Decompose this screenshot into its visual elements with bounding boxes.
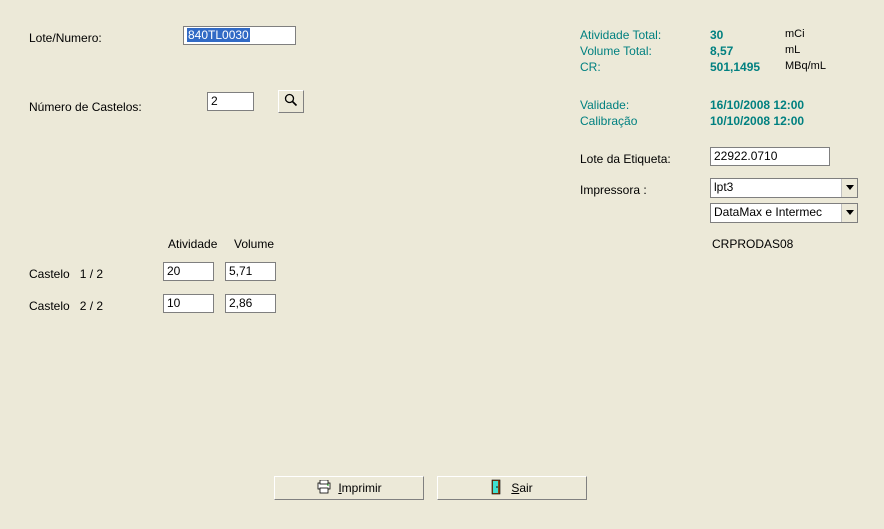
- imprimir-button-label: Imprimir: [338, 481, 381, 495]
- cr-value: 501,1495: [710, 60, 760, 74]
- driver-select-value: DataMax e Intermec: [714, 205, 822, 219]
- impressora-select[interactable]: lpt3: [710, 178, 858, 198]
- printer-icon: [316, 480, 332, 497]
- search-button[interactable]: [278, 90, 304, 113]
- calibracao-value: 10/10/2008 12:00: [710, 114, 804, 128]
- numero-castelos-input[interactable]: 2: [207, 92, 254, 111]
- volume-input-1[interactable]: 5,71: [225, 262, 276, 281]
- castelo-row-label: Castelo 2 / 2: [29, 299, 103, 313]
- lote-numero-value: 840TL0030: [187, 28, 250, 42]
- atividade-total-value: 30: [710, 28, 723, 42]
- volume-input-2[interactable]: 2,86: [225, 294, 276, 313]
- lote-numero-label: Lote/Numero:: [29, 31, 102, 45]
- sair-button-label: Sair: [511, 481, 532, 495]
- col-atividade-header: Atividade: [168, 237, 217, 251]
- impressora-label: Impressora :: [580, 183, 647, 197]
- chevron-down-icon: [841, 204, 857, 222]
- chevron-down-icon: [841, 179, 857, 197]
- atividade-total-label: Atividade Total:: [580, 28, 661, 42]
- imprimir-button[interactable]: Imprimir: [274, 476, 424, 500]
- driver-select[interactable]: DataMax e Intermec: [710, 203, 858, 223]
- col-volume-header: Volume: [234, 237, 274, 251]
- cr-unit: MBq/mL: [785, 60, 826, 72]
- lote-etiqueta-input[interactable]: 22922.0710: [710, 147, 830, 166]
- magnifier-icon: [284, 93, 298, 110]
- lote-numero-input[interactable]: 840TL0030: [183, 26, 296, 45]
- exit-door-icon: [491, 479, 505, 498]
- sair-button[interactable]: Sair: [437, 476, 587, 500]
- castelo-row-label: Castelo 1 / 2: [29, 267, 103, 281]
- calibracao-label: Calibração: [580, 114, 637, 128]
- lote-etiqueta-label: Lote da Etiqueta:: [580, 152, 671, 166]
- atividade-input-2[interactable]: 10: [163, 294, 214, 313]
- cr-label: CR:: [580, 60, 601, 74]
- impressora-select-value: lpt3: [714, 180, 733, 194]
- volume-total-value: 8,57: [710, 44, 733, 58]
- volume-total-label: Volume Total:: [580, 44, 652, 58]
- atividade-total-unit: mCi: [785, 28, 805, 40]
- validade-value: 16/10/2008 12:00: [710, 98, 804, 112]
- host-label: CRPRODAS08: [712, 237, 793, 251]
- atividade-input-1[interactable]: 20: [163, 262, 214, 281]
- numero-castelos-label: Número de Castelos:: [29, 100, 142, 114]
- volume-total-unit: mL: [785, 44, 800, 56]
- validade-label: Validade:: [580, 98, 629, 112]
